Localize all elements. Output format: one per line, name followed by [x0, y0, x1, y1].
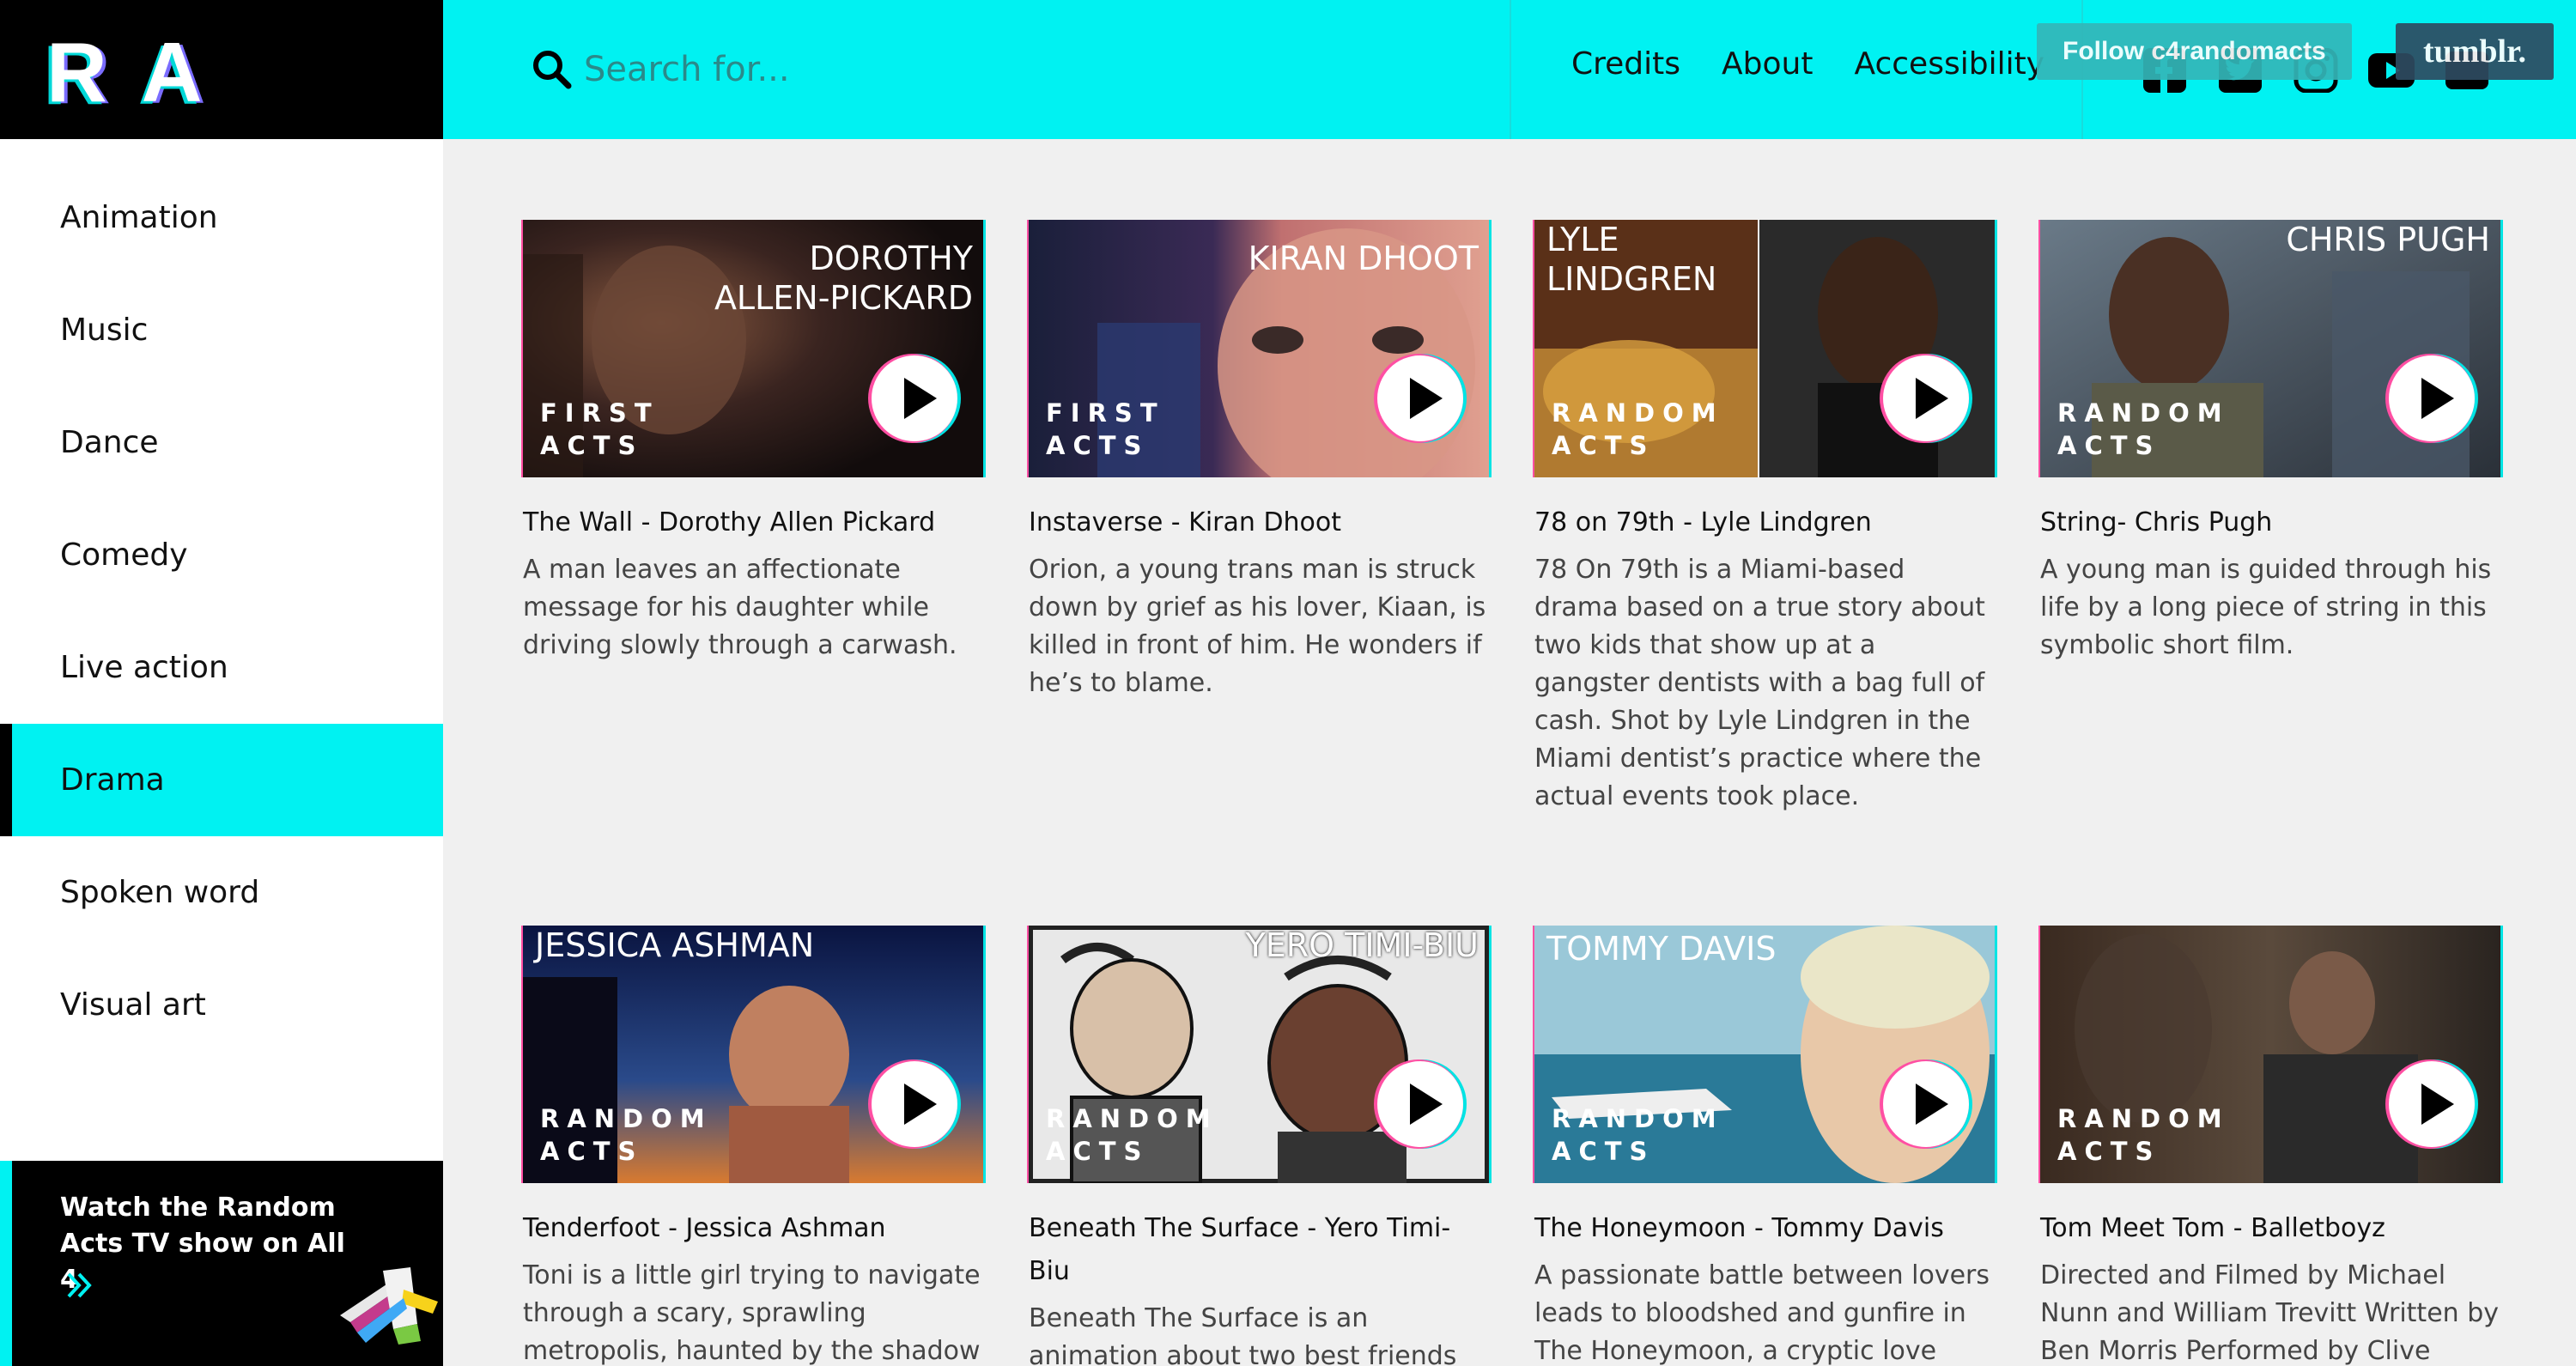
- video-card[interactable]: JESSICA ASHMAN RANDOM ACTS Tenderfoot - …: [523, 926, 983, 1366]
- brand-text: RANDOM ACTS: [540, 1104, 713, 1166]
- thumbnail-artist-name: JESSICA ASHMAN: [535, 926, 815, 964]
- brand-text: RANDOM ACTS: [1552, 1104, 1724, 1166]
- top-bar: Credits About Accessibility Follow c4ran…: [443, 0, 2576, 139]
- brand-text: RANDOM ACTS: [2057, 398, 2230, 460]
- about-link[interactable]: About: [1722, 46, 1813, 82]
- tumblr-button[interactable]: tumblr.: [2396, 23, 2554, 80]
- thumbnail-artist-name: KIRAN DHOOT: [1248, 240, 1479, 277]
- video-card[interactable]: YERO TIMI-BIU RANDOM ACTS Beneath The Su…: [1029, 926, 1489, 1366]
- thumbnail-brand: RANDOM ACTS: [2057, 1102, 2230, 1168]
- thumbnail-artist-name: LYLE LINDGREN: [1546, 221, 1717, 298]
- video-description: Orion, a young trans man is struck down …: [1029, 555, 1486, 698]
- accessibility-link[interactable]: Accessibility: [1854, 46, 2044, 82]
- video-card[interactable]: KIRAN DHOOT FIRST ACTS Instaverse - Kira…: [1029, 220, 1489, 702]
- thumbnail-brand: FIRST ACTS: [1046, 397, 1166, 462]
- search-box[interactable]: [531, 39, 994, 100]
- thumbnail-brand: RANDOM ACTS: [1552, 397, 1724, 462]
- thumbnail-brand: RANDOM ACTS: [1552, 1102, 1724, 1168]
- nav-item-spoken-word[interactable]: Spoken word: [0, 836, 443, 949]
- video-card[interactable]: LYLE LINDGREN RANDOM ACTS 78 on 79th - L…: [1534, 220, 1995, 816]
- header-divider: [1510, 0, 1511, 139]
- thumbnail-brand: RANDOM ACTS: [1046, 1102, 1218, 1168]
- thumbnail-artist-name: YERO TIMI-BIU: [1245, 926, 1479, 964]
- thumbnail-brand: RANDOM ACTS: [540, 1102, 713, 1168]
- video-title[interactable]: String- Chris Pugh: [2040, 501, 2500, 544]
- credits-link[interactable]: Credits: [1571, 46, 1680, 82]
- nav-item-comedy[interactable]: Comedy: [0, 499, 443, 611]
- video-thumbnail[interactable]: KIRAN DHOOT FIRST ACTS: [1029, 220, 1489, 477]
- video-description: 78 On 79th is a Miami-based drama based …: [1534, 555, 1985, 811]
- brand-text: FIRST ACTS: [1046, 398, 1165, 460]
- header-links: Credits About Accessibility: [1571, 46, 2086, 82]
- play-icon[interactable]: [2384, 1056, 2480, 1152]
- brand-text: FIRST ACTS: [540, 398, 659, 460]
- nav-item-drama[interactable]: Drama: [0, 724, 443, 836]
- video-description: A man leaves an affectionate message for…: [523, 555, 957, 660]
- video-card[interactable]: CHRIS PUGH RANDOM ACTS String- Chris Pug…: [2040, 220, 2500, 665]
- video-card[interactable]: RANDOM ACTS Tom Meet Tom - Balletboyz Di…: [2040, 926, 2500, 1366]
- video-thumbnail[interactable]: JESSICA ASHMAN RANDOM ACTS: [523, 926, 983, 1183]
- nav-item-animation[interactable]: Animation: [0, 161, 443, 274]
- play-icon[interactable]: [1372, 350, 1468, 446]
- video-thumbnail[interactable]: CHRIS PUGH RANDOM ACTS: [2040, 220, 2500, 477]
- video-thumbnail[interactable]: LYLE LINDGREN RANDOM ACTS: [1534, 220, 1995, 477]
- video-description: Beneath The Surface is an animation abou…: [1029, 1303, 1457, 1366]
- sidebar: RA Animation Music Dance Comedy Live act…: [0, 0, 443, 1366]
- video-title[interactable]: 78 on 79th - Lyle Lindgren: [1534, 501, 1995, 544]
- channel4-logo-icon: [340, 1267, 438, 1345]
- site-logo[interactable]: RA: [0, 0, 443, 139]
- video-title[interactable]: Beneath The Surface - Yero Timi-Biu: [1029, 1207, 1489, 1293]
- video-card[interactable]: TOMMY DAVIS RANDOM ACTS The Honeymoon - …: [1534, 926, 1995, 1366]
- video-thumbnail[interactable]: YERO TIMI-BIU RANDOM ACTS: [1029, 926, 1489, 1183]
- all4-promo[interactable]: Watch the Random Acts TV show on All 4: [0, 1161, 443, 1366]
- nav-item-dance[interactable]: Dance: [0, 386, 443, 499]
- thumbnail-brand: FIRST ACTS: [540, 397, 660, 462]
- play-icon[interactable]: [866, 350, 963, 446]
- video-title[interactable]: Instaverse - Kiran Dhoot: [1029, 501, 1489, 544]
- thumbnail-artist-name: DOROTHY ALLEN-PICKARD: [714, 240, 973, 317]
- brand-text: RANDOM ACTS: [2057, 1104, 2230, 1166]
- category-nav: Animation Music Dance Comedy Live action…: [0, 161, 443, 1061]
- video-title[interactable]: The Honeymoon - Tommy Davis: [1534, 1207, 1995, 1250]
- play-icon[interactable]: [866, 1056, 963, 1152]
- double-chevron-right-icon: [67, 1272, 92, 1298]
- video-card[interactable]: DOROTHY ALLEN-PICKARD FIRST ACTS The Wal…: [523, 220, 983, 665]
- video-title[interactable]: The Wall - Dorothy Allen Pickard: [523, 501, 983, 544]
- thumbnail-brand: RANDOM ACTS: [2057, 397, 2230, 462]
- video-description: Directed and Filmed by Michael Nunn and …: [2040, 1260, 2499, 1366]
- video-description: A passionate battle between lovers leads…: [1534, 1260, 1990, 1366]
- nav-item-live-action[interactable]: Live action: [0, 611, 443, 724]
- video-thumbnail[interactable]: TOMMY DAVIS RANDOM ACTS: [1534, 926, 1995, 1183]
- play-icon[interactable]: [1372, 1056, 1468, 1152]
- video-description: A young man is guided through his life b…: [2040, 555, 2492, 660]
- play-icon[interactable]: [1878, 350, 1974, 446]
- search-icon[interactable]: [531, 48, 574, 91]
- play-icon[interactable]: [1878, 1056, 1974, 1152]
- promo-text: Watch the Random Acts TV show on All 4: [60, 1193, 345, 1295]
- brand-text: RANDOM ACTS: [1046, 1104, 1218, 1166]
- video-title[interactable]: Tom Meet Tom - Balletboyz: [2040, 1207, 2500, 1250]
- search-input[interactable]: [584, 50, 979, 89]
- thumbnail-artist-name: TOMMY DAVIS: [1546, 930, 1777, 968]
- video-title[interactable]: Tenderfoot - Jessica Ashman: [523, 1207, 983, 1250]
- video-description: Toni is a little girl trying to navigate…: [523, 1260, 981, 1366]
- logo-text: RA: [46, 25, 237, 119]
- nav-item-music[interactable]: Music: [0, 274, 443, 386]
- thumbnail-artist-name: CHRIS PUGH: [2286, 221, 2490, 258]
- play-icon[interactable]: [2384, 350, 2480, 446]
- brand-text: RANDOM ACTS: [1552, 398, 1724, 460]
- video-thumbnail[interactable]: RANDOM ACTS: [2040, 926, 2500, 1183]
- follow-tumblr-button[interactable]: Follow c4randomacts: [2037, 23, 2352, 80]
- video-thumbnail[interactable]: DOROTHY ALLEN-PICKARD FIRST ACTS: [523, 220, 983, 477]
- nav-item-visual-art[interactable]: Visual art: [0, 949, 443, 1061]
